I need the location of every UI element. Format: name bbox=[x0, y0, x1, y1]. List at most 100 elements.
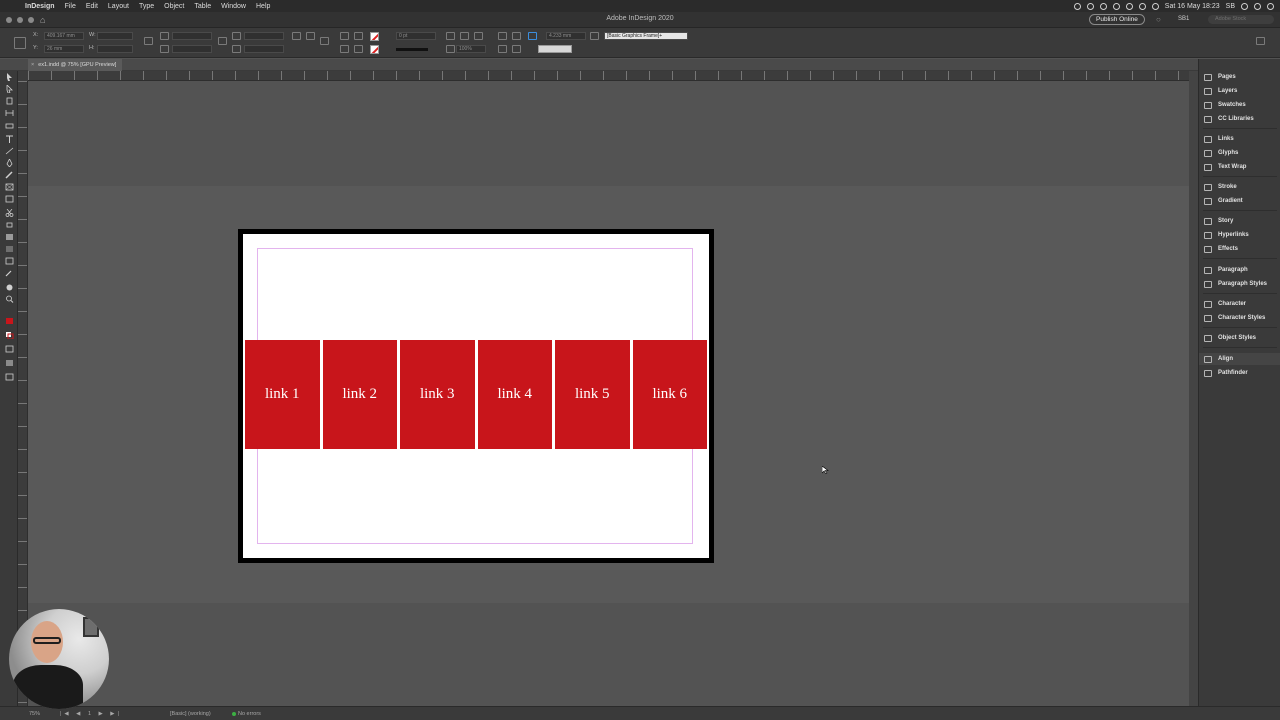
vertical-scrollbar[interactable] bbox=[1189, 71, 1198, 706]
direct-selection-tool-icon[interactable] bbox=[5, 85, 14, 93]
panel-object-styles[interactable]: Object Styles bbox=[1199, 332, 1280, 344]
y-position-field[interactable]: 26 mm bbox=[44, 45, 84, 53]
gradient-feather-tool-icon[interactable] bbox=[5, 245, 14, 253]
notification-center-icon[interactable] bbox=[1267, 2, 1274, 10]
fill-swatch-none[interactable] bbox=[370, 32, 379, 41]
fill-stroke-swap-icon[interactable] bbox=[5, 317, 14, 325]
fitting-icon[interactable] bbox=[446, 32, 455, 40]
note-tool-icon[interactable] bbox=[5, 257, 14, 265]
tray-dropbox-icon[interactable] bbox=[1099, 2, 1107, 10]
panel-effects[interactable]: Effects bbox=[1199, 243, 1280, 255]
document-tab[interactable]: × ex1.indd @ 75% [GPU Preview] bbox=[28, 59, 123, 71]
stroke-type-swatch[interactable] bbox=[396, 48, 428, 51]
height-field[interactable] bbox=[97, 45, 133, 53]
type-on-path-icon[interactable] bbox=[320, 37, 329, 45]
menu-file[interactable]: File bbox=[60, 3, 81, 10]
stroke-swatch-none[interactable] bbox=[370, 45, 379, 54]
panel-hyperlinks[interactable]: Hyperlinks bbox=[1199, 229, 1280, 241]
scale-x-icon[interactable] bbox=[160, 32, 169, 40]
panel-text-wrap[interactable]: Text Wrap bbox=[1199, 161, 1280, 173]
zoom-tool-icon[interactable] bbox=[5, 295, 14, 303]
panel-paragraph-styles[interactable]: Paragraph Styles bbox=[1199, 278, 1280, 290]
object-style-dropdown[interactable]: [Basic Graphics Frame]+ bbox=[604, 32, 688, 40]
menu-table[interactable]: Table bbox=[189, 3, 216, 10]
link-6-frame[interactable]: link 6 bbox=[632, 340, 707, 449]
adobe-stock-search[interactable]: Adobe Stock bbox=[1208, 15, 1274, 24]
free-transform-tool-icon[interactable] bbox=[5, 221, 14, 229]
link-3-frame[interactable]: link 3 bbox=[400, 340, 475, 449]
panel-swatches[interactable]: Swatches bbox=[1199, 99, 1280, 111]
auto-fit-icon[interactable] bbox=[528, 32, 537, 40]
gradient-swatch-tool-icon[interactable] bbox=[5, 233, 14, 241]
rotate-ccw-icon[interactable] bbox=[306, 32, 315, 40]
opacity-field[interactable]: 100% bbox=[456, 45, 486, 53]
publish-online-button[interactable]: Publish Online bbox=[1089, 14, 1145, 25]
scale-icon[interactable] bbox=[144, 37, 153, 45]
select-container-icon[interactable] bbox=[354, 32, 363, 40]
screen-mode-icon[interactable] bbox=[5, 373, 14, 381]
tray-sync-icon[interactable] bbox=[1073, 2, 1081, 10]
menu-window[interactable]: Window bbox=[216, 3, 251, 10]
pasteboard[interactable]: link 1 link 2 link 3 link 4 link 5 link … bbox=[28, 81, 1189, 706]
preflight-errors[interactable]: No errors bbox=[238, 711, 261, 717]
opacity-icon[interactable] bbox=[446, 45, 455, 53]
gap-tool-icon[interactable] bbox=[5, 109, 14, 117]
panel-cc-libraries[interactable]: CC Libraries bbox=[1199, 113, 1280, 125]
panel-paragraph[interactable]: Paragraph bbox=[1199, 264, 1280, 276]
line-tool-icon[interactable] bbox=[5, 147, 14, 155]
menubar-user[interactable]: SB bbox=[1226, 3, 1235, 10]
align-center-icon[interactable] bbox=[512, 45, 521, 53]
lightbulb-icon[interactable]: ○ bbox=[1156, 15, 1161, 24]
selection-tool-icon[interactable] bbox=[5, 73, 14, 81]
panel-pathfinder[interactable]: Pathfinder bbox=[1199, 367, 1280, 379]
constrain-proportions-icon[interactable] bbox=[218, 37, 227, 45]
align-left-icon[interactable] bbox=[498, 45, 507, 53]
apply-color-icon[interactable] bbox=[5, 359, 14, 367]
panel-character-styles[interactable]: Character Styles bbox=[1199, 312, 1280, 324]
flip-horizontal-icon[interactable] bbox=[340, 32, 349, 40]
fit-frame-icon[interactable] bbox=[460, 32, 469, 40]
hand-tool-icon[interactable] bbox=[5, 283, 14, 291]
shear-field[interactable] bbox=[244, 45, 284, 53]
type-tool-icon[interactable] bbox=[5, 135, 14, 143]
ruler-origin[interactable] bbox=[18, 71, 28, 81]
menu-edit[interactable]: Edit bbox=[81, 3, 103, 10]
horizontal-ruler[interactable] bbox=[28, 71, 1189, 81]
reference-point-icon[interactable] bbox=[14, 37, 26, 49]
menu-type[interactable]: Type bbox=[134, 3, 159, 10]
wrap-bbox-icon[interactable] bbox=[512, 32, 521, 40]
panel-align[interactable]: Align bbox=[1199, 353, 1280, 365]
stroke-weight-field[interactable]: 0 pt bbox=[396, 32, 436, 40]
effects-fx-icon[interactable] bbox=[474, 32, 483, 40]
close-tab-icon[interactable]: × bbox=[31, 62, 34, 68]
rotation-field[interactable] bbox=[244, 32, 284, 40]
width-field[interactable] bbox=[97, 32, 133, 40]
page-number[interactable]: 1 bbox=[88, 711, 94, 717]
menu-help[interactable]: Help bbox=[251, 3, 275, 10]
tray-time-machine-icon[interactable] bbox=[1125, 2, 1133, 10]
panel-layers[interactable]: Layers bbox=[1199, 85, 1280, 97]
wrap-none-icon[interactable] bbox=[498, 32, 507, 40]
tray-shield-icon[interactable] bbox=[1112, 2, 1120, 10]
panel-menu-icon[interactable] bbox=[1256, 37, 1265, 45]
link-1-frame[interactable]: link 1 bbox=[245, 340, 320, 449]
rotate-icon[interactable] bbox=[232, 32, 241, 40]
workspace-switcher[interactable]: SB1 bbox=[1178, 16, 1189, 22]
scale-y-icon[interactable] bbox=[160, 45, 169, 53]
page-navigation[interactable]: |◀ ◀ 1 ▶ ▶| bbox=[60, 711, 122, 717]
rotate-cw-icon[interactable] bbox=[292, 32, 301, 40]
select-content-icon[interactable] bbox=[354, 45, 363, 53]
spotlight-icon[interactable] bbox=[1241, 2, 1248, 10]
tray-wifi-icon[interactable] bbox=[1151, 2, 1159, 10]
content-collector-tool-icon[interactable] bbox=[5, 121, 14, 129]
scale-x-field[interactable] bbox=[172, 32, 212, 40]
offset-field[interactable]: 4.233 mm bbox=[546, 32, 586, 40]
menubar-clock[interactable]: Sat 16 May 18:23 bbox=[1165, 3, 1220, 10]
panel-glyphs[interactable]: Glyphs bbox=[1199, 147, 1280, 159]
default-fill-stroke-icon[interactable] bbox=[5, 331, 14, 339]
panel-pages[interactable]: Pages bbox=[1199, 71, 1280, 83]
scissors-tool-icon[interactable] bbox=[5, 209, 14, 217]
panel-story[interactable]: Story bbox=[1199, 215, 1280, 227]
zoom-level[interactable]: 75% bbox=[29, 711, 40, 717]
link-5-frame[interactable]: link 5 bbox=[555, 340, 630, 449]
